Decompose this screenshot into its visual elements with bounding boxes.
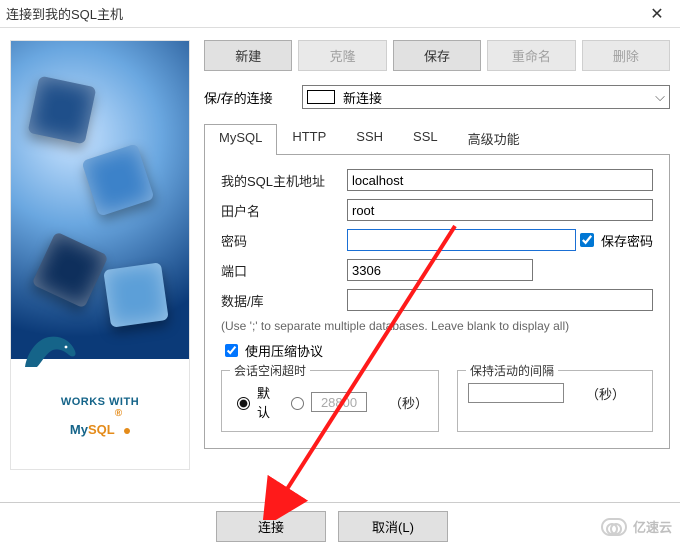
watermark-icon (601, 518, 627, 536)
mysql-wordmark: MySQL® (70, 408, 130, 442)
sidebar-image: WORKS WITH MySQL® (10, 40, 190, 470)
compress-label: 使用压缩协议 (245, 341, 323, 360)
database-label: 数据/库 (221, 291, 347, 310)
idle-timeout-group: 会话空闲超时 默认 （秒） (221, 370, 439, 432)
saved-connection-combo[interactable]: 新连接 ⌵ (302, 85, 670, 109)
tab-http[interactable]: HTTP (277, 123, 341, 154)
cancel-button[interactable]: 取消(L) (338, 511, 448, 542)
saved-connection-selected: 新连接 (343, 88, 382, 107)
watermark-text: 亿速云 (633, 517, 672, 536)
connection-color-swatch (307, 90, 335, 104)
keepalive-group: 保持活动的间隔 （秒） (457, 370, 653, 432)
puzzle-graphic (11, 41, 189, 359)
saved-connection-row: 保/存的连接 新连接 ⌵ (204, 85, 670, 109)
keepalive-legend: 保持活动的间隔 (466, 362, 558, 379)
idle-default-radio[interactable] (237, 397, 250, 410)
dolphin-icon (21, 333, 79, 373)
new-button[interactable]: 新建 (204, 40, 292, 71)
save-password-checkbox[interactable] (580, 233, 594, 247)
database-hint: (Use ';' to separate multiple databases.… (221, 319, 653, 333)
tab-ssl[interactable]: SSL (398, 123, 453, 154)
save-button[interactable]: 保存 (393, 40, 481, 71)
rename-button: 重命名 (487, 40, 575, 71)
idle-custom-radio[interactable] (291, 397, 304, 410)
chevron-down-icon: ⌵ (655, 89, 665, 105)
host-label: 我的SQL主机地址 (221, 171, 347, 190)
idle-unit: （秒） (389, 393, 428, 412)
port-label: 端口 (221, 261, 347, 280)
connect-button[interactable]: 连接 (216, 511, 326, 542)
tab-advanced[interactable]: 高级功能 (453, 123, 535, 154)
username-label: 田户名 (221, 201, 347, 220)
close-icon[interactable]: ✕ (640, 4, 674, 24)
host-input[interactable] (347, 169, 653, 191)
compress-checkbox[interactable] (225, 344, 238, 357)
works-with-text: WORKS WITH (61, 396, 139, 408)
delete-button: 删除 (582, 40, 670, 71)
watermark: 亿速云 (601, 517, 672, 536)
tab-mysql[interactable]: MySQL (204, 124, 277, 155)
saved-connection-label: 保/存的连接 (204, 88, 294, 107)
username-input[interactable] (347, 199, 653, 221)
clone-button: 克隆 (298, 40, 386, 71)
save-password-label: 保存密码 (601, 231, 653, 250)
tabstrip: MySQL HTTP SSH SSL 高级功能 (204, 123, 670, 155)
keepalive-input[interactable] (468, 383, 564, 403)
password-input[interactable] (347, 229, 576, 251)
password-label: 密码 (221, 231, 347, 250)
tab-page-mysql: 我的SQL主机地址 田户名 密码 保存密码 端口 数据/库 (204, 155, 670, 449)
top-buttons: 新建 克隆 保存 重命名 删除 (204, 40, 670, 71)
right-panel: 新建 克隆 保存 重命名 删除 保/存的连接 新连接 ⌵ MySQL HTTP … (204, 40, 670, 502)
titlebar: 连接到我的SQL主机 ✕ (0, 0, 680, 28)
keepalive-unit: （秒） (586, 384, 625, 403)
mysql-logo-area: WORKS WITH MySQL® (11, 359, 189, 469)
database-input[interactable] (347, 289, 653, 311)
content-area: WORKS WITH MySQL® 新建 克隆 保存 重命名 删除 保/存的连接… (0, 28, 680, 502)
idle-default-label: 默认 (257, 383, 270, 421)
window-title: 连接到我的SQL主机 (6, 4, 640, 23)
idle-timeout-legend: 会话空闲超时 (230, 362, 310, 379)
idle-custom-input[interactable] (311, 392, 367, 412)
bottom-bar: 连接 取消(L) (0, 502, 680, 542)
tab-ssh[interactable]: SSH (341, 123, 398, 154)
port-input[interactable] (347, 259, 533, 281)
